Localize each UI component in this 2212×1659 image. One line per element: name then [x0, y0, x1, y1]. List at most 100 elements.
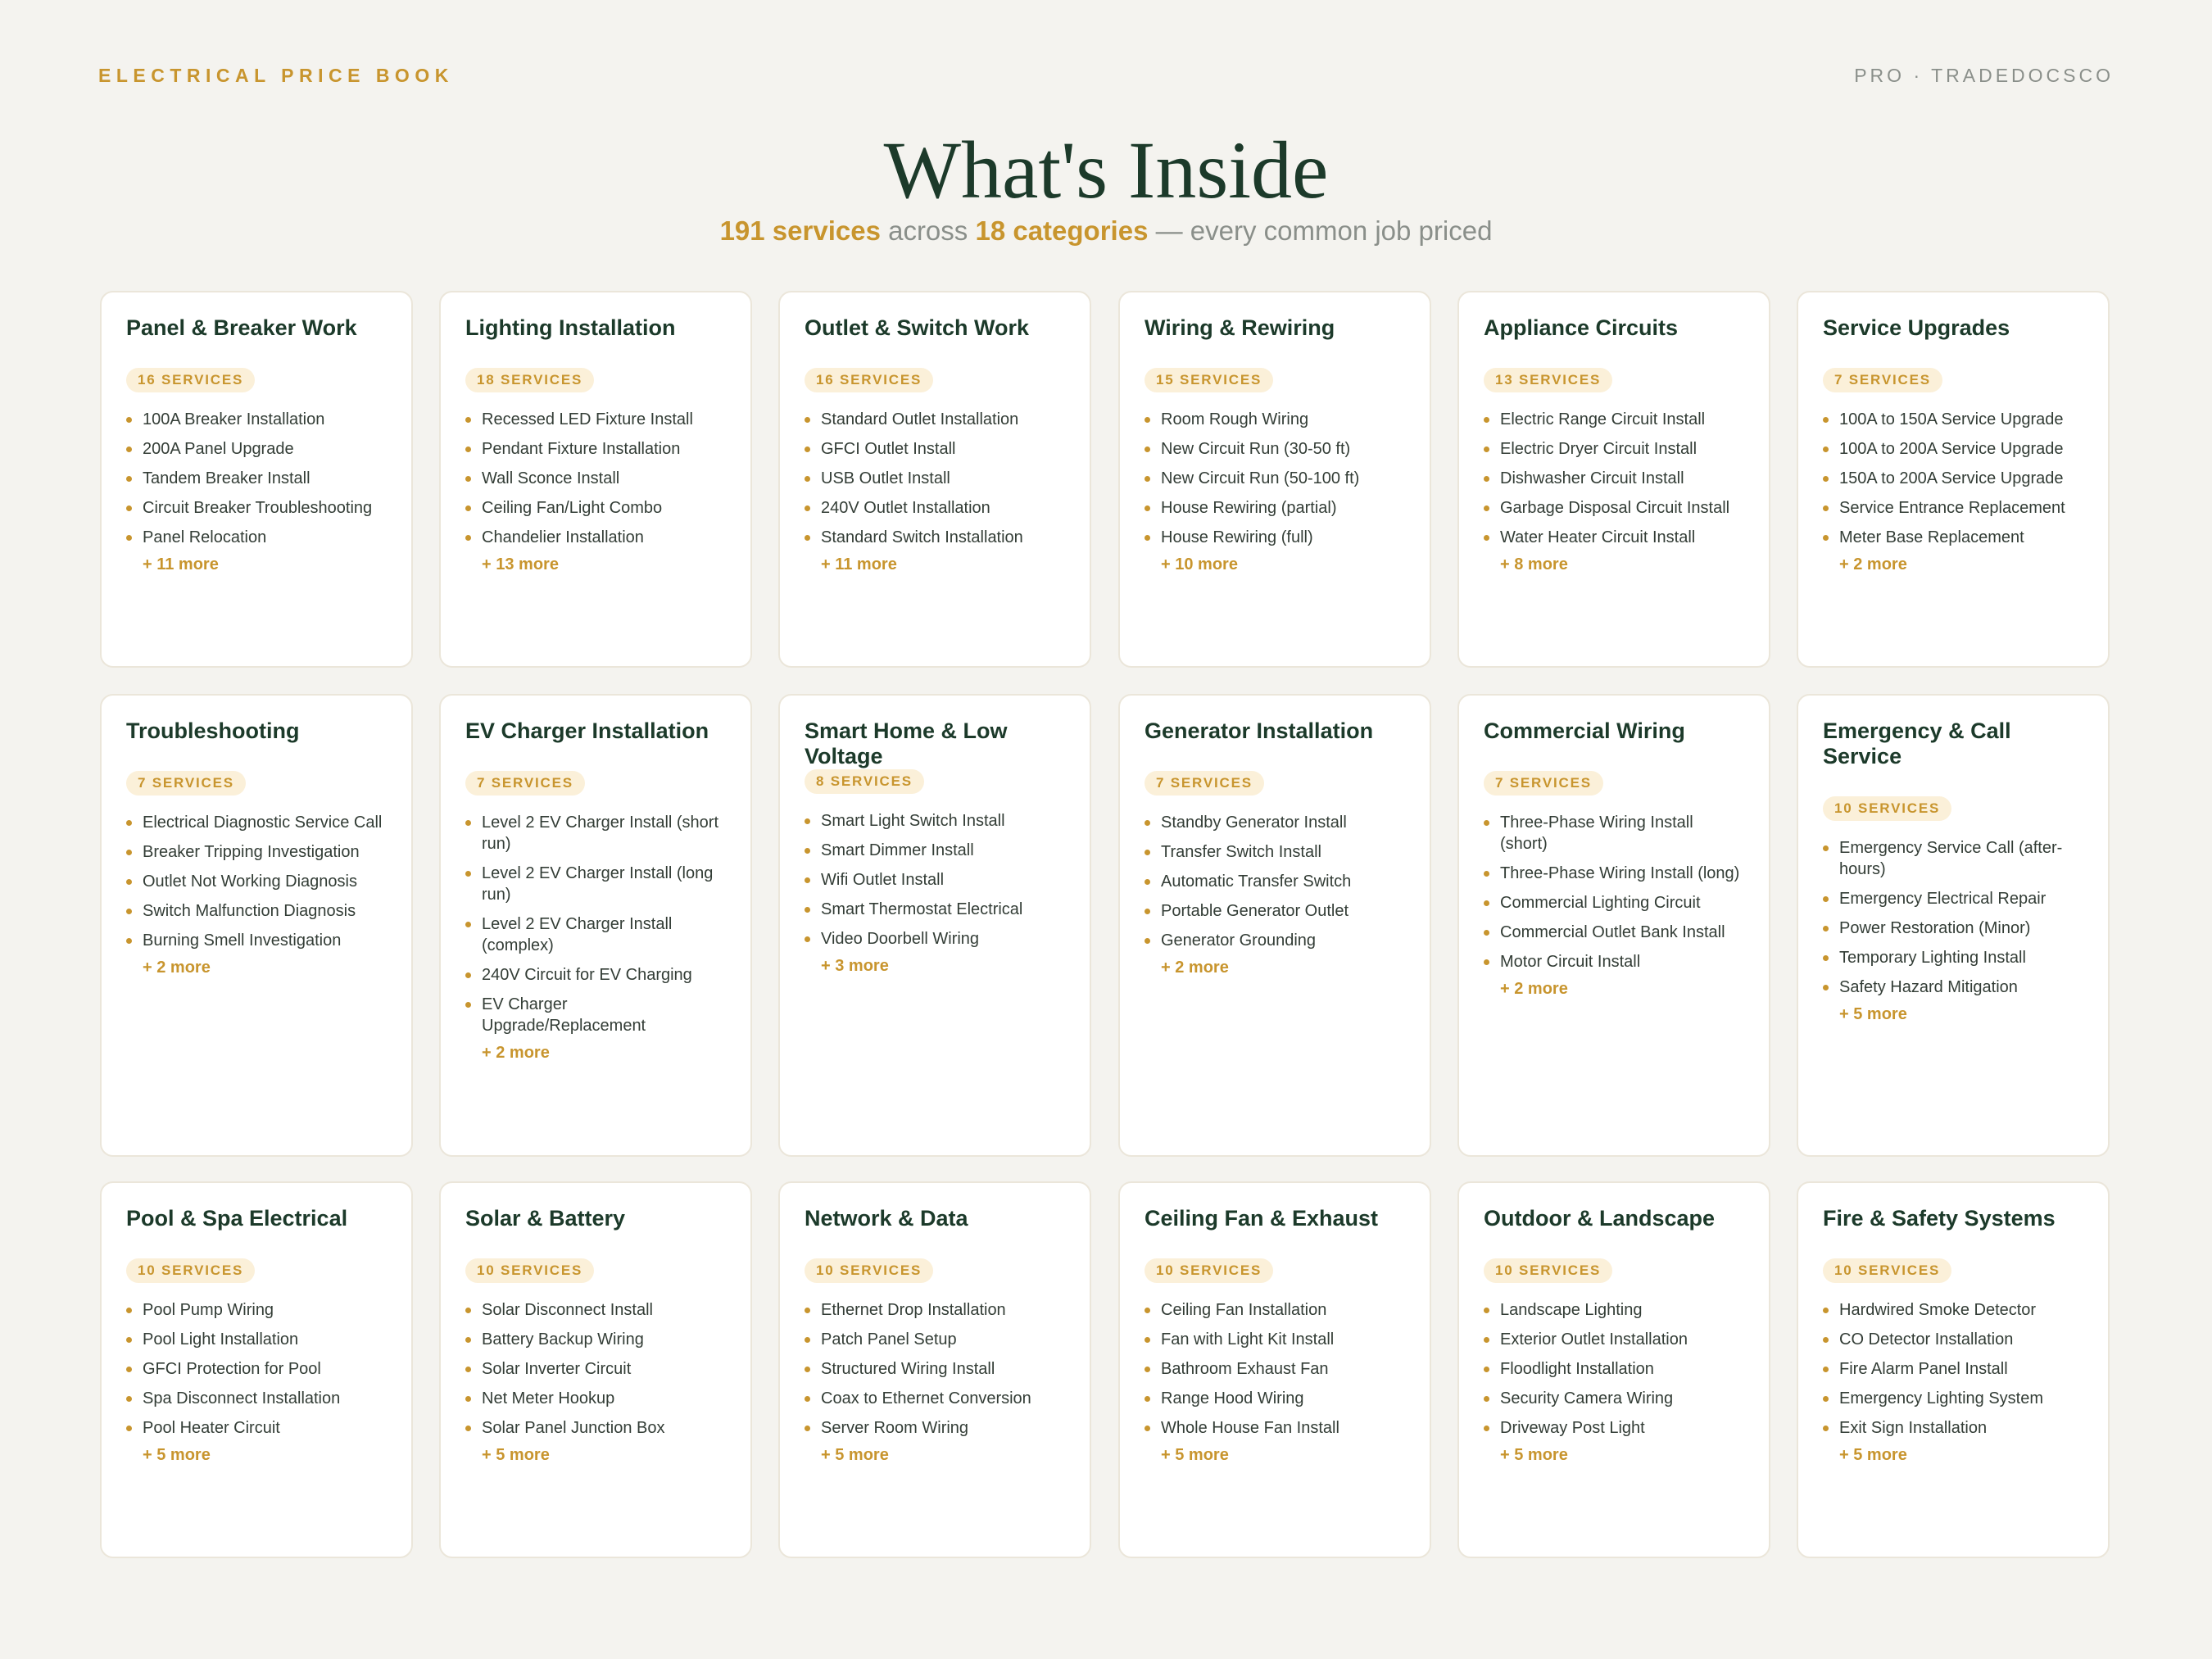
service-list: Electrical Diagnostic Service Call Breake… — [126, 812, 387, 951]
services-count-badge: 8 SERVICES — [805, 769, 924, 794]
category-title: Pool & Spa Electrical — [126, 1206, 348, 1231]
service-item: Service Entrance Replacement — [1823, 497, 2083, 519]
more-services-link[interactable]: + 2 more — [1484, 980, 1744, 999]
more-services-link[interactable]: + 13 more — [465, 555, 726, 574]
service-list: Recessed LED Fixture Install Pendant Fixt… — [465, 409, 726, 548]
more-services-link[interactable]: + 2 more — [126, 959, 387, 977]
service-item: Bathroom Exhaust Fan — [1145, 1358, 1405, 1380]
service-item: Tandem Breaker Install — [126, 468, 387, 489]
category-card: Appliance Circuits 13 SERVICES Electric Ra… — [1457, 291, 1770, 668]
service-item: Three-Phase Wiring Install (short) — [1484, 812, 1744, 854]
service-item: Chandelier Installation — [465, 527, 726, 548]
more-services-link[interactable]: + 11 more — [126, 555, 387, 574]
service-item: Ceiling Fan/Light Combo — [465, 497, 726, 519]
page-subtitle: 191 services across 18 categories — ever… — [0, 215, 2212, 247]
service-list: Level 2 EV Charger Install (short run) Le… — [465, 812, 726, 1036]
more-services-link[interactable]: + 8 more — [1484, 555, 1744, 574]
category-card: Troubleshooting 7 SERVICES Electrical Diag… — [100, 694, 413, 1157]
service-item: Switch Malfunction Diagnosis — [126, 900, 387, 922]
services-count-badge: 10 SERVICES — [1823, 1258, 1952, 1283]
service-item: Dishwasher Circuit Install — [1484, 468, 1744, 489]
service-item: Standard Switch Installation — [805, 527, 1065, 548]
more-services-link[interactable]: + 5 more — [126, 1446, 387, 1465]
service-item: Video Doorbell Wiring — [805, 928, 1065, 950]
services-count-badge: 7 SERVICES — [1823, 368, 1942, 392]
service-item: Solar Disconnect Install — [465, 1299, 726, 1321]
category-card: Panel & Breaker Work 16 SERVICES 100A Brea… — [100, 291, 413, 668]
service-item: Solar Inverter Circuit — [465, 1358, 726, 1380]
service-item: New Circuit Run (50-100 ft) — [1145, 468, 1405, 489]
page-title: What's Inside — [883, 125, 1329, 215]
service-item: Exit Sign Installation — [1823, 1417, 2083, 1439]
service-item: Outlet Not Working Diagnosis — [126, 871, 387, 892]
service-item: Emergency Service Call (after-hours) — [1823, 837, 2083, 880]
category-title: Generator Installation — [1145, 718, 1374, 743]
service-item: Ethernet Drop Installation — [805, 1299, 1065, 1321]
service-item: House Rewiring (full) — [1145, 527, 1405, 548]
service-item: Commercial Outlet Bank Install — [1484, 922, 1744, 943]
more-services-link[interactable]: + 10 more — [1145, 555, 1405, 574]
service-item: Level 2 EV Charger Install (complex) — [465, 913, 726, 956]
service-item: Exterior Outlet Installation — [1484, 1329, 1744, 1350]
category-card: Lighting Installation 18 SERVICES Recessed… — [439, 291, 752, 668]
more-services-link[interactable]: + 3 more — [805, 957, 1065, 976]
more-services-link[interactable]: + 5 more — [1484, 1446, 1744, 1465]
service-item: 100A to 150A Service Upgrade — [1823, 409, 2083, 430]
more-services-link[interactable]: + 2 more — [465, 1044, 726, 1063]
service-item: EV Charger Upgrade/Replacement — [465, 994, 726, 1036]
category-title: Fire & Safety Systems — [1823, 1206, 2056, 1231]
service-item: Spa Disconnect Installation — [126, 1388, 387, 1409]
service-list: Electric Range Circuit Install Electric D… — [1484, 409, 1744, 548]
category-card: Wiring & Rewiring 15 SERVICES Room Rough W… — [1118, 291, 1431, 668]
service-item: Landscape Lighting — [1484, 1299, 1744, 1321]
service-item: Generator Grounding — [1145, 930, 1405, 951]
service-item: 240V Circuit for EV Charging — [465, 964, 726, 986]
service-item: Electrical Diagnostic Service Call — [126, 812, 387, 833]
more-services-link[interactable]: + 5 more — [465, 1446, 726, 1465]
more-services-link[interactable]: + 2 more — [1145, 959, 1405, 977]
category-card: Smart Home & Low Voltage 8 SERVICES Smart … — [778, 694, 1091, 1157]
services-count-badge: 7 SERVICES — [465, 771, 585, 796]
service-item: Hardwired Smoke Detector — [1823, 1299, 2083, 1321]
more-services-link[interactable]: + 5 more — [1823, 1005, 2083, 1024]
category-card: Ceiling Fan & Exhaust 10 SERVICES Ceiling … — [1118, 1181, 1431, 1558]
category-title: Lighting Installation — [465, 315, 676, 340]
service-item: Electric Dryer Circuit Install — [1484, 438, 1744, 460]
service-item: Coax to Ethernet Conversion — [805, 1388, 1065, 1409]
service-list: Three-Phase Wiring Install (short) Three-… — [1484, 812, 1744, 972]
service-item: Transfer Switch Install — [1145, 841, 1405, 863]
service-item: Smart Dimmer Install — [805, 840, 1065, 861]
more-services-link[interactable]: + 5 more — [1145, 1446, 1405, 1465]
service-list: Ethernet Drop Installation Patch Panel Se… — [805, 1299, 1065, 1439]
more-services-link[interactable]: + 2 more — [1823, 555, 2083, 574]
more-services-link[interactable]: + 5 more — [1823, 1446, 2083, 1465]
service-item: 200A Panel Upgrade — [126, 438, 387, 460]
category-card: Service Upgrades 7 SERVICES 100A to 150A S… — [1797, 291, 2110, 668]
service-list: 100A Breaker Installation 200A Panel Upgr… — [126, 409, 387, 548]
services-count-badge: 7 SERVICES — [1484, 771, 1603, 796]
services-count-badge: 16 SERVICES — [805, 368, 934, 392]
services-count-badge: 7 SERVICES — [126, 771, 246, 796]
category-title: Outdoor & Landscape — [1484, 1206, 1716, 1231]
category-title: Commercial Wiring — [1484, 718, 1685, 743]
service-item: Structured Wiring Install — [805, 1358, 1065, 1380]
service-item: Range Hood Wiring — [1145, 1388, 1405, 1409]
service-list: 100A to 150A Service Upgrade 100A to 200A… — [1823, 409, 2083, 548]
category-card: Fire & Safety Systems 10 SERVICES Hardwire… — [1797, 1181, 2110, 1558]
service-item: Floodlight Installation — [1484, 1358, 1744, 1380]
more-services-link[interactable]: + 11 more — [805, 555, 1065, 574]
service-item: Battery Backup Wiring — [465, 1329, 726, 1350]
service-item: Pool Pump Wiring — [126, 1299, 387, 1321]
category-card: Outlet & Switch Work 16 SERVICES Standard … — [778, 291, 1091, 668]
service-item: Level 2 EV Charger Install (short run) — [465, 812, 726, 854]
service-item: 100A Breaker Installation — [126, 409, 387, 430]
service-item: Server Room Wiring — [805, 1417, 1065, 1439]
category-card: EV Charger Installation 7 SERVICES Level 2… — [439, 694, 752, 1157]
service-item: Commercial Lighting Circuit — [1484, 892, 1744, 913]
service-item: Automatic Transfer Switch — [1145, 871, 1405, 892]
more-services-link[interactable]: + 5 more — [805, 1446, 1065, 1465]
service-item: Wall Sconce Install — [465, 468, 726, 489]
services-count-badge: 10 SERVICES — [465, 1258, 595, 1283]
services-count-badge: 10 SERVICES — [1484, 1258, 1613, 1283]
subtitle-text: — every common job priced — [1148, 215, 1493, 246]
